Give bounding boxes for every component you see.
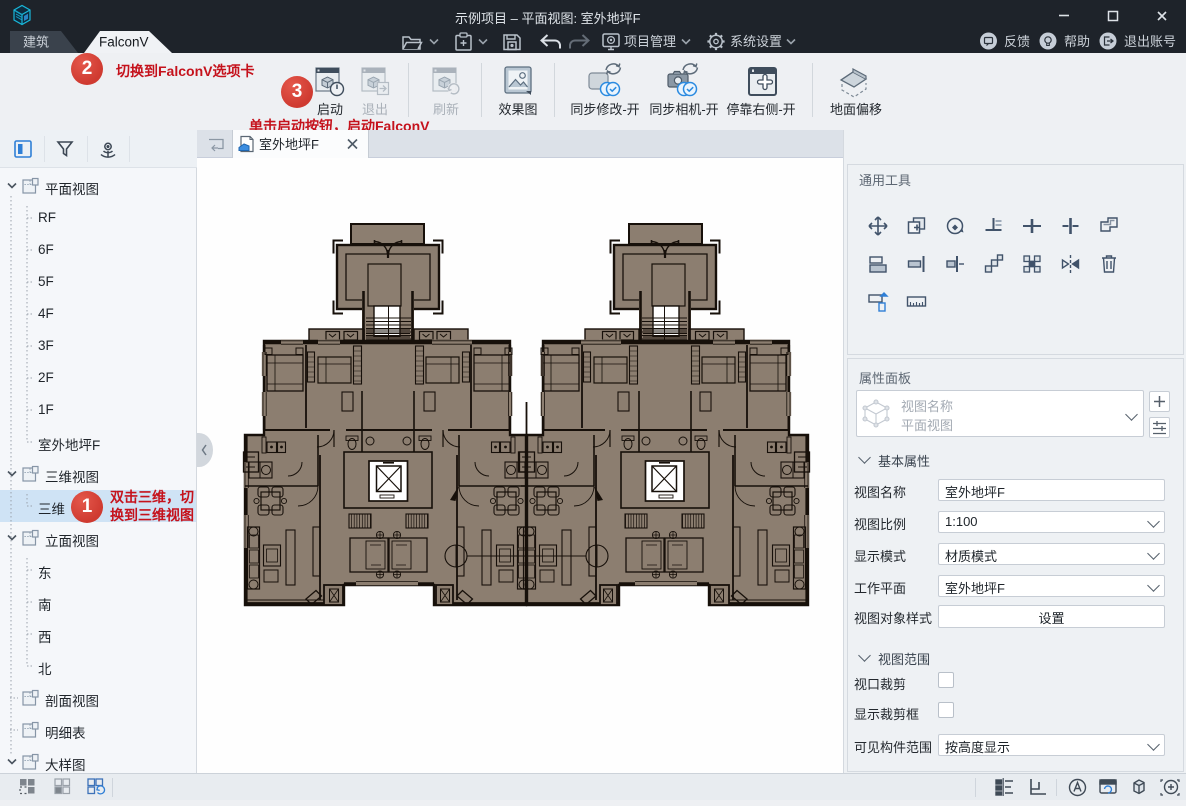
- svg-text:项目管理: 项目管理: [624, 34, 676, 49]
- svg-text:退出账号: 退出账号: [1124, 34, 1176, 49]
- svg-text:室外地坪F: 室外地坪F: [259, 137, 319, 152]
- svg-text:帮助: 帮助: [1064, 34, 1090, 49]
- svg-text:系统设置: 系统设置: [730, 34, 782, 49]
- svg-text:建筑: 建筑: [23, 35, 49, 50]
- svg-text:FalconV: FalconV: [99, 35, 149, 50]
- svg-text:反馈: 反馈: [1004, 34, 1030, 49]
